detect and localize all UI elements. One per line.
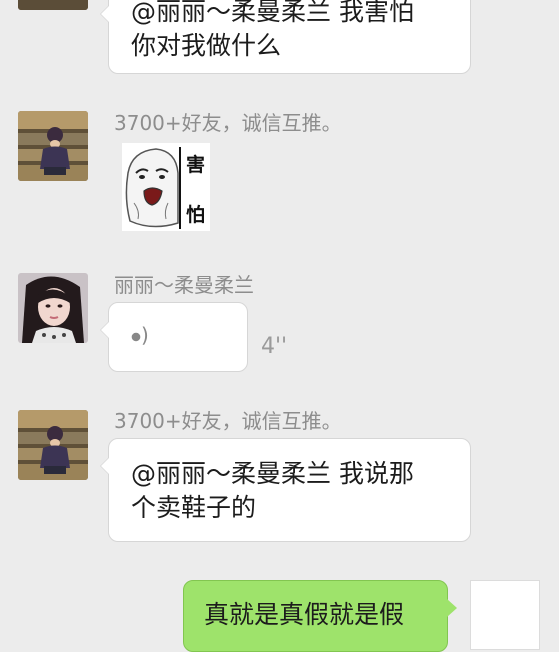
message-text: @丽丽～柔曼柔兰 我害怕 你对我做什么	[131, 0, 414, 60]
sticker-image[interactable]: 害 怕	[122, 143, 210, 231]
voice-wave-icon: ⦁)	[131, 323, 149, 347]
avatar[interactable]	[18, 410, 88, 480]
avatar[interactable]	[18, 111, 88, 181]
message-bubble[interactable]: @丽丽～柔曼柔兰 我说那 个卖鞋子的	[100, 438, 471, 542]
avatar[interactable]	[18, 0, 88, 10]
message-bubble[interactable]: @丽丽～柔曼柔兰 我害怕 你对我做什么	[100, 0, 471, 74]
message-text: 真就是真假就是假	[204, 600, 405, 629]
sticker-caption-bottom: 怕	[186, 204, 206, 226]
voice-message-bubble[interactable]: ⦁)	[100, 302, 248, 372]
message-text: @丽丽～柔曼柔兰 我说那 个卖鞋子的	[131, 459, 414, 522]
voice-duration: 4''	[261, 334, 288, 359]
sender-name: 3700+好友，诚信互推。	[114, 409, 342, 433]
sender-name: 3700+好友，诚信互推。	[114, 111, 342, 135]
sender-name: 丽丽～柔曼柔兰	[114, 273, 254, 297]
outgoing-message-bubble[interactable]: 真就是真假就是假	[183, 580, 457, 652]
sticker-caption-top: 害	[186, 154, 206, 176]
chat-thread: @丽丽～柔曼柔兰 我害怕 你对我做什么 3700+好友，诚信互推。 害 怕 丽丽…	[0, 0, 559, 652]
avatar[interactable]	[18, 273, 88, 343]
